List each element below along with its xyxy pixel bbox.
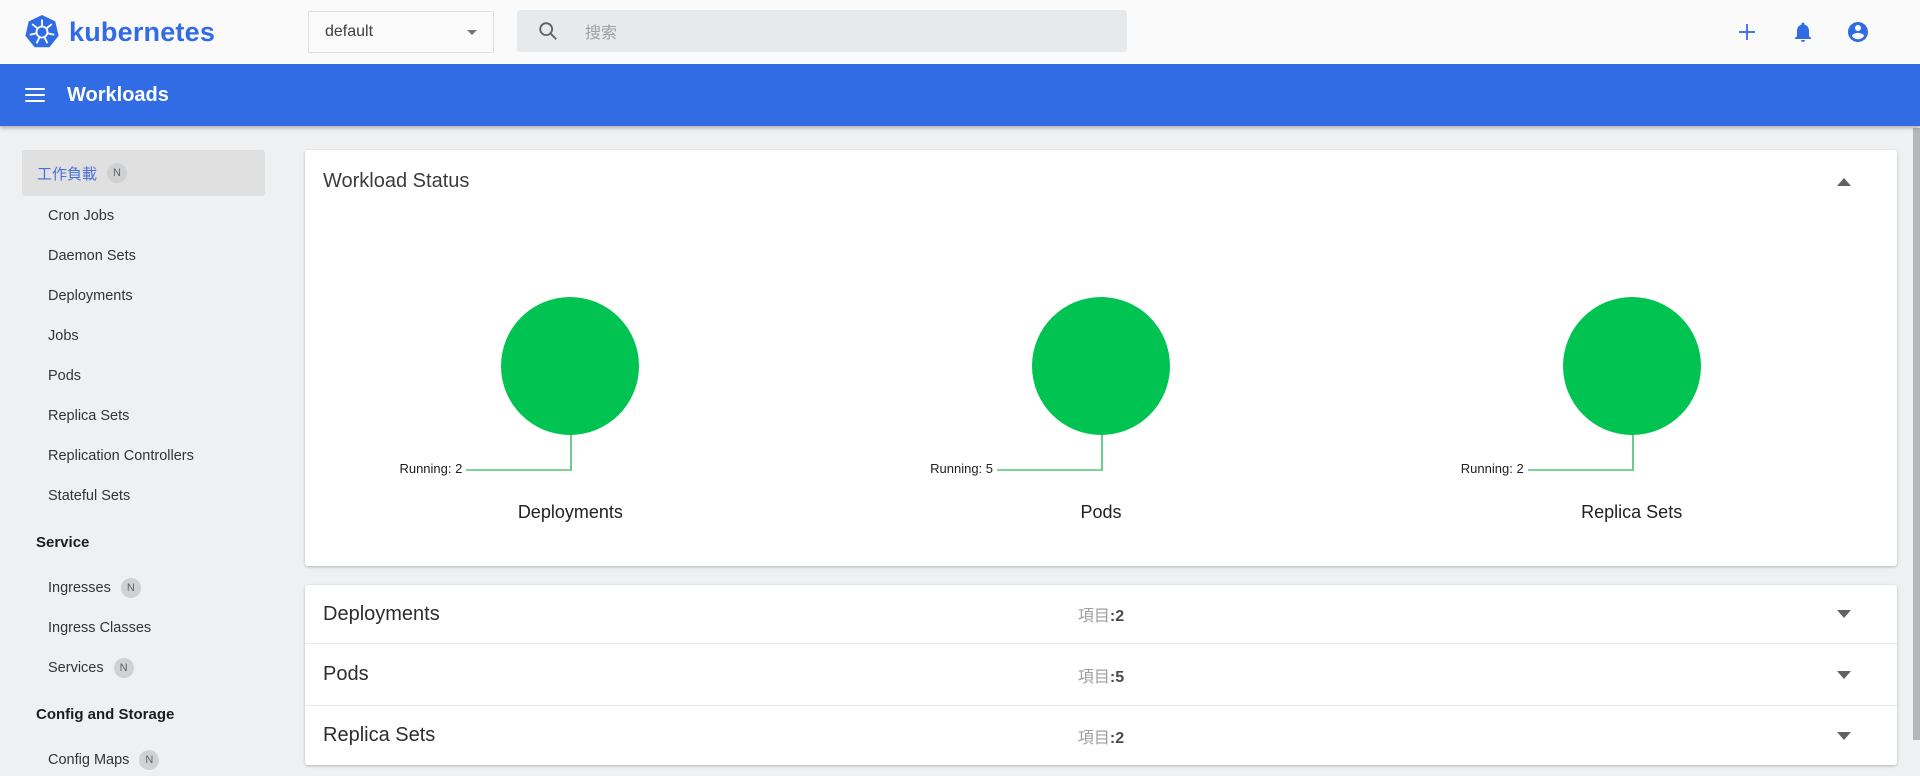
sidebar-item-label: 工作負載 — [37, 165, 98, 183]
panel-items-count: 項目:2 — [1078, 724, 1124, 748]
panel-items-count: 項目:2 — [1078, 602, 1124, 626]
namespaced-badge: N — [107, 163, 128, 183]
sidebar-item-config-maps[interactable]: Config Maps N — [0, 740, 305, 776]
user-account-icon[interactable] — [1846, 20, 1870, 44]
workload-status-title: Workload Status — [323, 170, 470, 192]
sidebar-item-replica-sets[interactable]: Replica Sets — [0, 396, 305, 436]
deployments-panel-row[interactable]: Deployments 項目:2 — [305, 585, 1897, 643]
panel-title: Deployments — [323, 602, 440, 625]
sidebar-item-label: Pods — [48, 368, 82, 384]
namespaced-badge: N — [113, 658, 134, 678]
items-label: 項目 — [1077, 608, 1110, 625]
add-icon[interactable] — [1735, 20, 1759, 44]
sidebar-item-deployments[interactable]: Deployments — [0, 276, 305, 316]
app-bar: Workloads — [0, 64, 1920, 126]
pie-annotation: Running: 5 — [930, 461, 994, 476]
items-count-value: 2 — [1115, 608, 1125, 625]
panel-title: Replica Sets — [323, 724, 436, 746]
brand[interactable]: kubernetes — [24, 0, 215, 64]
vertical-scrollbar-track[interactable] — [1904, 126, 1920, 776]
sidebar-item-services[interactable]: Services N — [0, 648, 305, 688]
items-label: 項目 — [1077, 729, 1110, 747]
items-label: 項目 — [1077, 668, 1110, 686]
namespace-selected-value: default — [325, 23, 374, 40]
search-placeholder: 搜索 — [585, 25, 618, 42]
sidebar-section-config-and-storage: Config and Storage — [0, 694, 305, 734]
pie-callout-line — [466, 469, 571, 471]
sidebar-item-pods[interactable]: Pods — [0, 356, 305, 396]
sidebar-nav: 工作負載 N Cron Jobs Daemon Sets Deployments… — [0, 126, 305, 776]
workload-status-charts: Running: 2 Deployments Running: 5 Pods R… — [305, 196, 1897, 566]
sidebar-item-jobs[interactable]: Jobs — [0, 316, 305, 356]
namespaced-badge: N — [139, 750, 160, 770]
pie-callout-line — [1527, 469, 1632, 471]
pie-slice-running[interactable] — [1562, 297, 1701, 435]
deployments-pie-chart: Running: 2 Deployments — [305, 196, 836, 566]
pie-slice-running[interactable] — [501, 297, 640, 435]
pie-annotation: Running: 2 — [399, 461, 463, 476]
sidebar-item-replication-controllers[interactable]: Replication Controllers — [0, 436, 305, 476]
sidebar-item-ingress-classes[interactable]: Ingress Classes — [0, 608, 305, 648]
sidebar-item-label: Replication Controllers — [48, 448, 194, 464]
items-count-value: 5 — [1115, 668, 1125, 686]
sidebar-item-workloads[interactable]: 工作負載 N — [22, 150, 265, 196]
pods-panel-row[interactable]: Pods 項目:5 — [305, 643, 1897, 705]
items-count-value: 2 — [1115, 729, 1125, 747]
chevron-down-icon — [467, 29, 477, 35]
search-icon — [539, 22, 557, 40]
vertical-scrollbar-thumb[interactable] — [1913, 128, 1920, 740]
collapse-panel-icon[interactable] — [1837, 177, 1851, 186]
pie-annotation: Running: 2 — [1460, 461, 1524, 476]
expand-panel-icon[interactable] — [1837, 610, 1851, 618]
sidebar-item-label: Daemon Sets — [48, 248, 136, 264]
replica-sets-panel-row[interactable]: Replica Sets 項目:2 — [305, 705, 1897, 765]
page-title: Workloads — [67, 83, 169, 106]
sidebar-item-stateful-sets[interactable]: Stateful Sets — [0, 476, 305, 516]
pie-callout-line — [997, 469, 1101, 471]
sidebar-item-label: Config Maps — [48, 752, 130, 768]
notifications-bell-icon[interactable] — [1791, 20, 1815, 44]
pie-chart-title: Pods — [1080, 502, 1122, 522]
sidebar-item-label: Deployments — [48, 288, 133, 304]
panel-title: Pods — [323, 663, 369, 685]
main-content: Workload Status Running: 2 Deployments R… — [305, 126, 1897, 765]
sidebar-item-label: Ingress Classes — [48, 620, 152, 636]
top-header: kubernetes default 搜索 — [0, 0, 1920, 64]
sidebar-item-label: Ingresses — [48, 580, 111, 596]
sidebar-item-label: Jobs — [48, 328, 79, 344]
sidebar-item-label: Services — [48, 660, 104, 676]
kubernetes-logo-icon — [25, 15, 59, 48]
pie-callout-line — [1101, 435, 1103, 471]
workload-status-card: Workload Status Running: 2 Deployments R… — [305, 150, 1897, 566]
sidebar-section-service: Service — [0, 522, 305, 562]
pie-chart-title: Deployments — [517, 502, 623, 522]
sidebar-item-label: Stateful Sets — [48, 488, 131, 504]
namespace-select[interactable]: default — [308, 11, 494, 53]
brand-wordmark: kubernetes — [69, 16, 216, 47]
sidebar-item-cron-jobs[interactable]: Cron Jobs — [0, 196, 305, 236]
sidebar-section-label: Config and Storage — [36, 705, 175, 723]
sidebar-item-ingresses[interactable]: Ingresses N — [0, 568, 305, 608]
search-input[interactable]: 搜索 — [517, 10, 1127, 52]
sidebar-item-label: Cron Jobs — [48, 208, 115, 224]
pie-slice-running[interactable] — [1032, 297, 1170, 435]
sidebar-section-label: Service — [36, 533, 90, 551]
namespaced-badge: N — [120, 578, 141, 598]
panel-items-count: 項目:5 — [1078, 663, 1124, 687]
pie-callout-line — [1631, 435, 1634, 471]
sidebar-item-label: Replica Sets — [48, 408, 130, 424]
pods-pie-chart: Running: 5 Pods — [836, 196, 1367, 566]
sidebar-item-daemon-sets[interactable]: Daemon Sets — [0, 236, 305, 276]
menu-hamburger-icon[interactable] — [25, 88, 45, 102]
pie-callout-line — [570, 435, 573, 471]
resource-panels-card: Deployments 項目:2 Pods 項目:5 Replica Sets … — [305, 585, 1897, 765]
expand-panel-icon[interactable] — [1837, 731, 1851, 740]
replica-sets-pie-chart: Running: 2 Replica Sets — [1366, 196, 1897, 566]
expand-panel-icon[interactable] — [1837, 670, 1851, 679]
pie-chart-title: Replica Sets — [1581, 502, 1683, 522]
